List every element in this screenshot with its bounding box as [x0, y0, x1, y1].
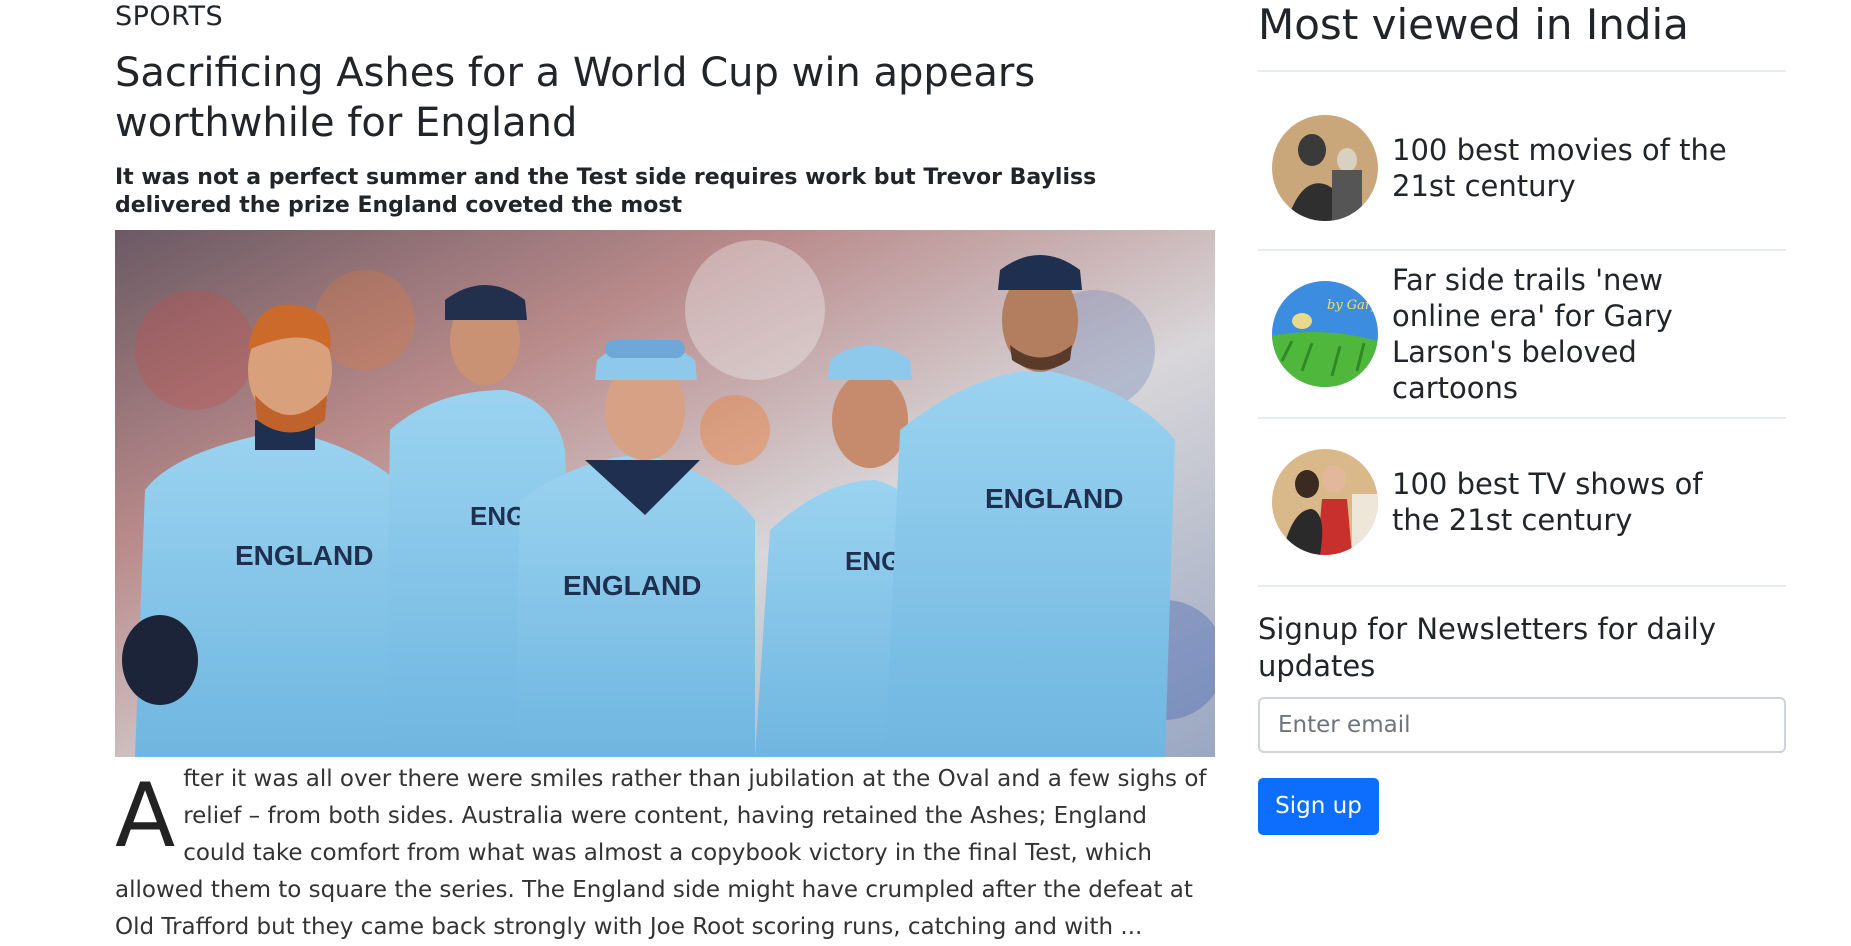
- most-viewed-item-title[interactable]: 100 best TV shows of the 21st century: [1392, 466, 1742, 538]
- most-viewed-item[interactable]: by Gary Far side trails 'new online era'…: [1258, 251, 1786, 419]
- most-viewed-item-title[interactable]: 100 best movies of the 21st century: [1392, 132, 1742, 204]
- svg-text:by Gary: by Gary: [1327, 298, 1378, 313]
- drop-cap: A: [115, 764, 176, 867]
- svg-text:ENGLAND: ENGLAND: [985, 483, 1123, 514]
- newsletter-title: Signup for Newsletters for daily updates: [1258, 611, 1716, 683]
- article: SPORTS Sacrificing Ashes for a World Cup…: [115, 0, 1215, 946]
- most-viewed-item-title[interactable]: Far side trails 'new online era' for Gar…: [1392, 262, 1742, 406]
- far-side-thumbnail: by Gary: [1272, 280, 1378, 387]
- movies-thumbnail: [1272, 114, 1378, 221]
- article-headline: Sacrificing Ashes for a World Cup win ap…: [115, 50, 1036, 146]
- tv-shows-thumbnail: [1272, 448, 1378, 555]
- article-body: A fter it was all over there were smiles…: [115, 761, 1215, 946]
- article-body-text: fter it was all over there were smiles r…: [115, 766, 1207, 940]
- article-standfirst: It was not a perfect summer and the Test…: [115, 165, 1097, 218]
- most-viewed-title: Most viewed in India: [1258, 0, 1786, 72]
- most-viewed-item[interactable]: 100 best TV shows of the 21st century: [1258, 419, 1786, 587]
- svg-text:ENGLAND: ENGLAND: [235, 540, 373, 571]
- sign-up-button[interactable]: Sign up: [1258, 777, 1379, 835]
- most-viewed-item[interactable]: 100 best movies of the 21st century: [1258, 87, 1786, 251]
- svg-text:ENGLAND: ENGLAND: [563, 570, 701, 601]
- category-label[interactable]: SPORTS: [115, 0, 1215, 34]
- hero-image: ENGLAND ENGL ENGLAND ENGLA ENGLAND: [115, 230, 1215, 757]
- sidebar: Most viewed in India 100 best movies of …: [1258, 0, 1786, 835]
- email-input[interactable]: [1258, 696, 1786, 753]
